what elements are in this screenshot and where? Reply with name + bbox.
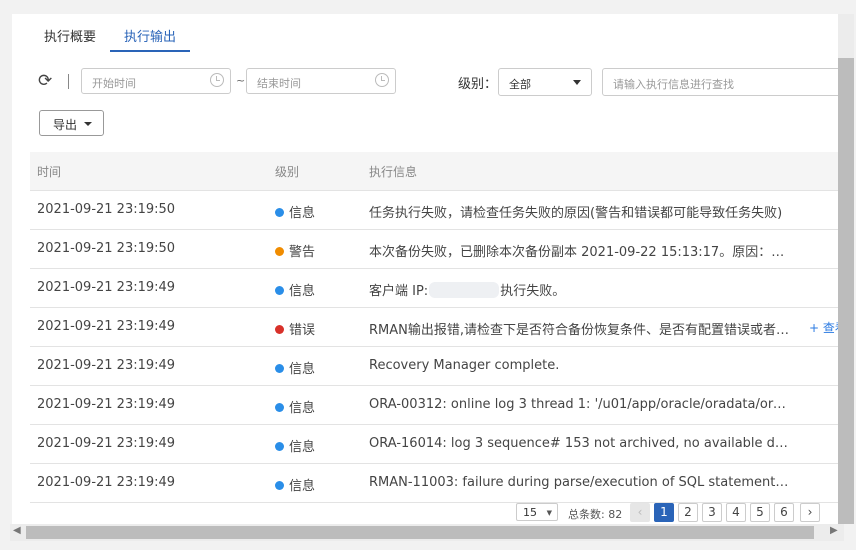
level-text: 警告: [289, 245, 316, 260]
table-row[interactable]: 2021-09-21 23:19:50 警告 本次备份失败，已删除本次备份副本 …: [30, 230, 838, 269]
row-message: Recovery Manager complete.: [369, 358, 560, 373]
level-select[interactable]: 全部: [498, 68, 592, 96]
row-level: 信息: [275, 436, 315, 455]
page-1-button[interactable]: 1: [654, 503, 674, 522]
tab-execution-output[interactable]: 执行输出: [110, 20, 191, 52]
level-text: 信息: [289, 479, 316, 494]
level-label: 级别：: [458, 77, 498, 92]
range-separator: ~: [236, 74, 246, 87]
row-time: 2021-09-21 23:19:49: [37, 319, 176, 334]
scroll-right-icon[interactable]: ▶: [830, 525, 838, 536]
row-time: 2021-09-21 23:19:49: [37, 475, 176, 490]
level-text: 信息: [289, 206, 316, 221]
row-time: 2021-09-21 23:19:49: [37, 358, 176, 373]
prev-page-button[interactable]: ‹: [630, 503, 650, 522]
row-message: 任务执行失败，请检查任务失败的原因(警告和错误都可能导致任务失败): [369, 206, 783, 221]
row-level: 信息: [275, 280, 315, 299]
header-message: 执行信息: [369, 165, 418, 179]
level-dot-icon: [275, 442, 284, 451]
row-time: 2021-09-21 23:19:50: [37, 241, 176, 256]
page-size-select[interactable]: 15 ▼: [516, 503, 558, 521]
page-6-button[interactable]: 6: [774, 503, 794, 522]
row-level: 信息: [275, 358, 315, 377]
tab-execution-summary[interactable]: 执行概要: [30, 20, 110, 52]
table-row[interactable]: 2021-09-21 23:19:49 信息 客户端 IP: 执行失败。: [30, 269, 838, 308]
level-dot-icon: [275, 364, 284, 373]
toolbar-divider: [68, 74, 69, 89]
page-4-button[interactable]: 4: [726, 503, 746, 522]
search-placeholder: 请输入执行信息进行查找: [613, 78, 734, 91]
table-row[interactable]: 2021-09-21 23:19:49 信息 Recovery Manager …: [30, 347, 838, 386]
row-time: 2021-09-21 23:19:49: [37, 280, 176, 295]
row-message: RMAN-11003: failure during parse/executi…: [369, 475, 789, 490]
search-input[interactable]: 请输入执行信息进行查找: [602, 68, 838, 96]
row-message: ORA-00312: online log 3 thread 1: '/u01/…: [369, 397, 789, 412]
export-button[interactable]: 导出: [39, 110, 104, 136]
end-time-placeholder: 结束时间: [257, 77, 301, 90]
caret-down-icon: [84, 122, 92, 126]
next-page-button[interactable]: ›: [800, 503, 820, 522]
header-time: 时间: [37, 165, 62, 179]
row-time: 2021-09-21 23:19:49: [37, 436, 176, 451]
page-size-value: 15: [523, 506, 537, 519]
table-row[interactable]: 2021-09-21 23:19:49 信息 RMAN-11003: failu…: [30, 464, 838, 503]
level-dot-icon: [275, 286, 284, 295]
output-table: 时间 级别 执行信息 2021-09-21 23:19:50 信息 任务执行失败…: [30, 152, 838, 503]
horizontal-scrollbar-thumb[interactable]: [26, 526, 814, 539]
row-level: 错误: [275, 319, 315, 338]
start-time-placeholder: 开始时间: [92, 77, 136, 90]
page-3-button[interactable]: 3: [702, 503, 722, 522]
vertical-scrollbar-thumb[interactable]: [838, 58, 854, 524]
row-level: 信息: [275, 397, 315, 416]
row-message: ORA-16014: log 3 sequence# 153 not archi…: [369, 436, 789, 451]
page-5-button[interactable]: 5: [750, 503, 770, 522]
message-prefix: 客户端 IP:: [369, 284, 429, 299]
level-text: 信息: [289, 401, 316, 416]
row-message: 客户端 IP: 执行失败。: [369, 280, 789, 299]
level-dot-icon: [275, 325, 284, 334]
end-time-input[interactable]: 结束时间: [246, 68, 396, 94]
level-dot-icon: [275, 403, 284, 412]
row-level: 信息: [275, 202, 315, 221]
filter-toolbar: ⟳ 开始时间 ~ 结束时间 级别： 全部 请输入执行信息进行查找: [38, 68, 838, 98]
level-dot-icon: [275, 481, 284, 490]
clock-icon: [210, 73, 224, 87]
redacted-ip: [429, 282, 500, 298]
clock-icon: [375, 73, 389, 87]
caret-down-icon: [573, 80, 581, 85]
level-dot-icon: [275, 208, 284, 217]
scroll-left-icon[interactable]: ◀: [13, 525, 21, 536]
export-label: 导出: [53, 118, 78, 132]
row-level: 信息: [275, 475, 315, 494]
message-suffix: 执行失败。: [500, 284, 566, 299]
level-text: 信息: [289, 440, 316, 455]
table-row[interactable]: 2021-09-21 23:19:49 错误 RMAN输出报错,请检查下是否符合…: [30, 308, 838, 347]
row-message: 本次备份失败，已删除本次备份副本 2021-09-22 15:13:17。原因：…: [369, 245, 789, 260]
page-2-button[interactable]: 2: [678, 503, 698, 522]
refresh-icon[interactable]: ⟳: [38, 72, 56, 90]
row-level: 警告: [275, 241, 315, 260]
total-count: 总条数: 82: [568, 508, 623, 521]
table-header: 时间 级别 执行信息: [30, 152, 838, 191]
table-row[interactable]: 2021-09-21 23:19:49 信息 ORA-00312: online…: [30, 386, 838, 425]
level-dot-icon: [275, 247, 284, 256]
caret-down-icon: ▼: [546, 509, 552, 517]
table-row[interactable]: 2021-09-21 23:19:49 信息 ORA-16014: log 3 …: [30, 425, 838, 464]
header-level: 级别: [275, 165, 300, 179]
table-row[interactable]: 2021-09-21 23:19:50 信息 任务执行失败，请检查任务失败的原因…: [30, 191, 838, 230]
horizontal-scrollbar[interactable]: ◀ ▶: [10, 524, 844, 541]
main-panel: 执行概要 执行输出 ⟳ 开始时间 ~ 结束时间 级别： 全部 请输入执行信息进行…: [12, 14, 838, 524]
level-text: 信息: [289, 362, 316, 377]
view-more-link[interactable]: + 查看: [809, 319, 838, 336]
start-time-input[interactable]: 开始时间: [81, 68, 231, 94]
row-time: 2021-09-21 23:19:49: [37, 397, 176, 412]
row-message: RMAN输出报错,请检查下是否符合备份恢复条件、是否有配置错误或者权限问题: [369, 323, 789, 338]
level-text: 信息: [289, 284, 316, 299]
level-select-value: 全部: [509, 78, 531, 91]
tab-bar: 执行概要 执行输出: [30, 20, 191, 52]
level-text: 错误: [289, 323, 316, 338]
row-time: 2021-09-21 23:19:50: [37, 202, 176, 217]
